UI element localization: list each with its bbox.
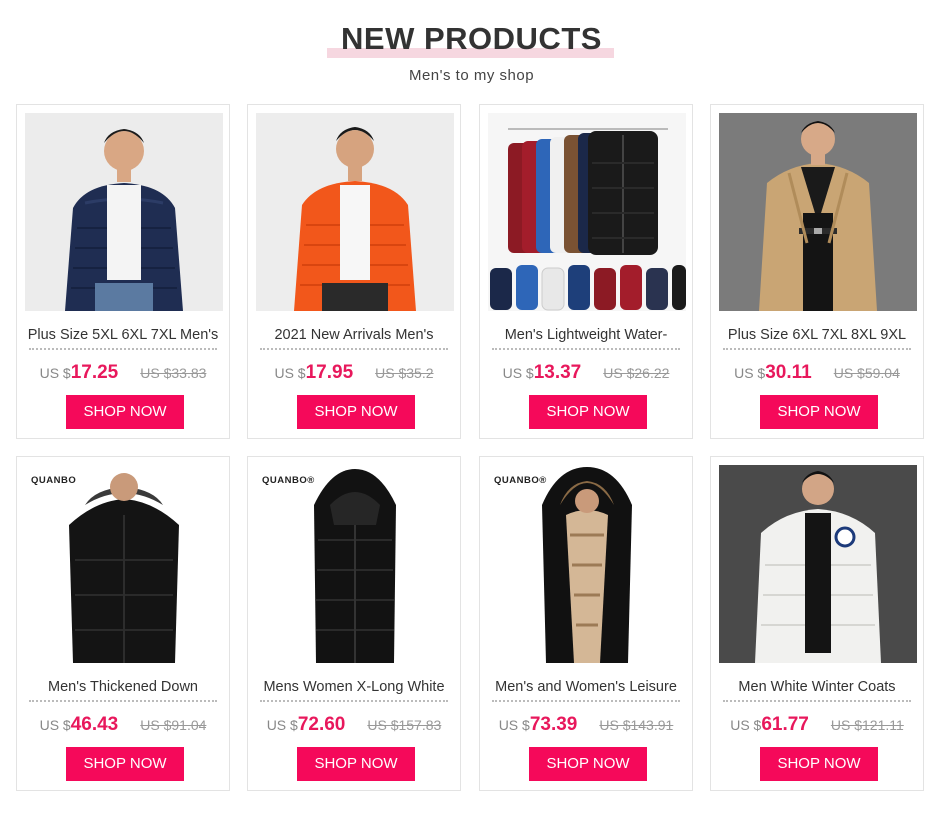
original-price: US $157.83 xyxy=(367,717,442,733)
price-row: US $17.25 US $33.83 xyxy=(17,362,229,384)
product-name[interactable]: 2021 New Arrivals Men's xyxy=(256,325,452,347)
product-card[interactable]: QUANBO® Mens Women X-Long White US $72.6… xyxy=(247,456,461,791)
product-name-overflow xyxy=(29,697,217,703)
product-name-overflow xyxy=(492,697,680,703)
product-name-overflow xyxy=(492,345,680,351)
brand-logo: QUANBO® xyxy=(494,475,547,486)
product-card[interactable]: Men's Lightweight Water- US $13.37 US $26… xyxy=(479,104,693,439)
product-name[interactable]: Plus Size 5XL 6XL 7XL Men's xyxy=(25,325,221,347)
product-name[interactable]: Men's Thickened Down xyxy=(25,677,221,699)
current-price: 13.37 xyxy=(533,362,582,383)
current-price: 30.11 xyxy=(765,362,812,383)
section-header: NEW PRODUCTS Men's to my shop xyxy=(0,18,943,84)
price-row: US $61.77 US $121.11 xyxy=(711,714,923,736)
product-name-overflow xyxy=(29,345,217,351)
price-currency: US $ xyxy=(734,365,766,381)
original-price: US $59.04 xyxy=(833,365,900,381)
current-price: 61.77 xyxy=(761,714,809,735)
product-card[interactable]: QUANBO Men's Thickened Down US $46.43 US … xyxy=(16,456,230,791)
product-image[interactable] xyxy=(719,113,917,311)
product-image[interactable]: QUANBO xyxy=(25,465,223,663)
original-price: US $33.83 xyxy=(140,365,207,381)
original-price: US $26.22 xyxy=(603,365,670,381)
section-subtitle: Men's to my shop xyxy=(408,67,535,84)
product-card[interactable]: Men White Winter Coats US $61.77 US $121.… xyxy=(710,456,924,791)
product-name[interactable]: Men's and Women's Leisure xyxy=(488,677,684,699)
product-name[interactable]: Men White Winter Coats xyxy=(719,677,915,699)
shop-now-button[interactable]: SHOP NOW xyxy=(297,747,415,781)
shop-now-button[interactable]: SHOP NOW xyxy=(529,395,647,429)
current-price: 17.95 xyxy=(305,362,354,383)
title-wrap: NEW PRODUCTS xyxy=(327,18,614,60)
price-currency: US $ xyxy=(274,365,306,381)
product-name[interactable]: Mens Women X-Long White xyxy=(256,677,452,699)
original-price: US $121.11 xyxy=(830,717,904,733)
original-price: US $35.2 xyxy=(375,365,434,381)
price-currency: US $ xyxy=(39,717,71,733)
brand-logo: QUANBO® xyxy=(262,475,315,486)
price-row: US $46.43 US $91.04 xyxy=(17,714,229,736)
product-name-overflow xyxy=(723,345,911,351)
current-price: 46.43 xyxy=(70,714,119,735)
section-title: NEW PRODUCTS xyxy=(341,21,602,56)
shop-now-button[interactable]: SHOP NOW xyxy=(66,395,184,429)
shop-now-button[interactable]: SHOP NOW xyxy=(760,395,878,429)
price-row: US $72.60 US $157.83 xyxy=(248,714,460,736)
price-currency: US $ xyxy=(266,717,298,733)
product-card[interactable]: QUANBO® Men's and Women's Leisure US $73… xyxy=(479,456,693,791)
product-image[interactable] xyxy=(25,113,223,311)
shop-now-button[interactable]: SHOP NOW xyxy=(529,747,647,781)
shop-now-button[interactable]: SHOP NOW xyxy=(297,395,415,429)
price-currency: US $ xyxy=(39,365,71,381)
brand-logo: QUANBO xyxy=(31,475,77,486)
price-currency: US $ xyxy=(730,717,762,733)
price-row: US $30.11 US $59.04 xyxy=(711,362,923,384)
price-currency: US $ xyxy=(498,717,530,733)
price-row: US $73.39 US $143.91 xyxy=(480,714,692,736)
price-row: US $13.37 US $26.22 xyxy=(480,362,692,384)
current-price: 73.39 xyxy=(529,714,578,735)
original-price: US $143.91 xyxy=(599,717,674,733)
product-image[interactable]: QUANBO® xyxy=(256,465,454,663)
product-image[interactable] xyxy=(719,465,917,663)
product-card[interactable]: Plus Size 5XL 6XL 7XL Men's US $17.25 US … xyxy=(16,104,230,439)
product-image[interactable]: QUANBO® xyxy=(488,465,686,663)
price-row: US $17.95 US $35.2 xyxy=(248,362,460,384)
shop-now-button[interactable]: SHOP NOW xyxy=(66,747,184,781)
product-name-overflow xyxy=(260,345,448,351)
product-name-overflow xyxy=(723,697,911,703)
current-price: 17.25 xyxy=(70,362,119,383)
original-price: US $91.04 xyxy=(140,717,207,733)
product-card[interactable]: Plus Size 6XL 7XL 8XL 9XL US $30.11 US $5… xyxy=(710,104,924,439)
product-name[interactable]: Men's Lightweight Water- xyxy=(488,325,684,347)
price-currency: US $ xyxy=(502,365,534,381)
product-image[interactable] xyxy=(256,113,454,311)
product-name[interactable]: Plus Size 6XL 7XL 8XL 9XL xyxy=(719,325,915,347)
product-name-overflow xyxy=(260,697,448,703)
current-price: 72.60 xyxy=(297,714,346,735)
product-card[interactable]: 2021 New Arrivals Men's US $17.95 US $35.… xyxy=(247,104,461,439)
shop-now-button[interactable]: SHOP NOW xyxy=(760,747,878,781)
product-image[interactable] xyxy=(488,113,686,311)
